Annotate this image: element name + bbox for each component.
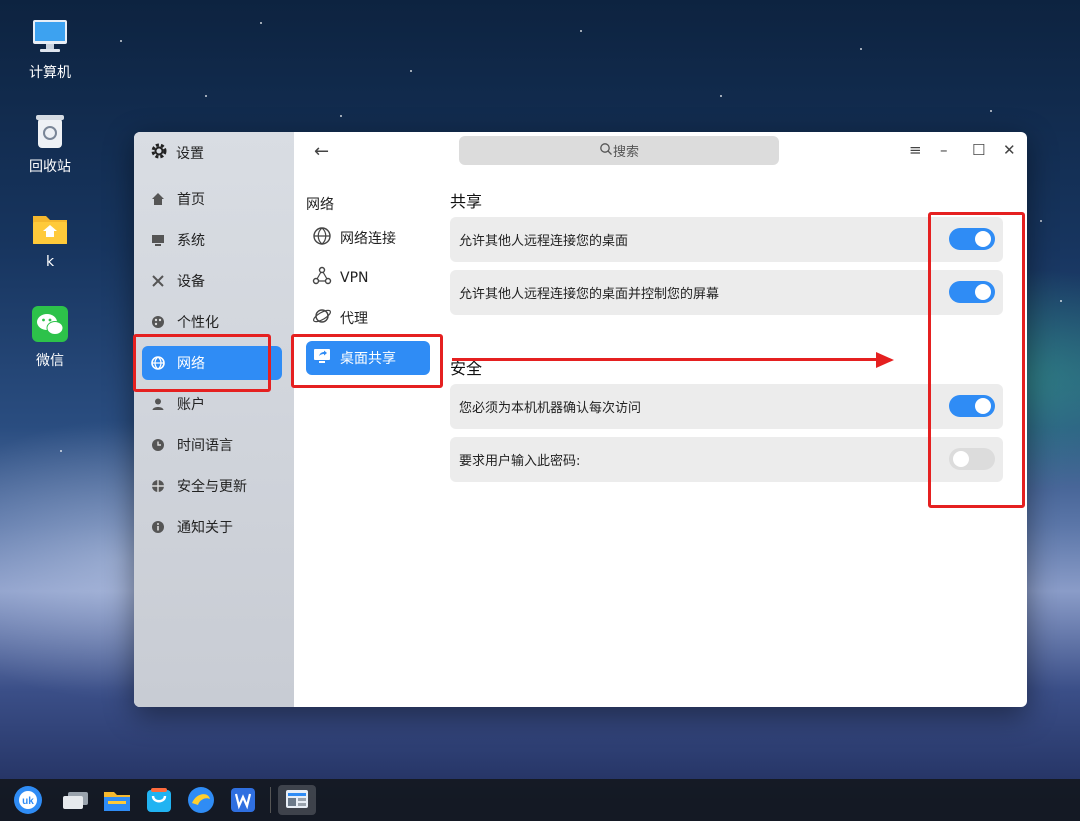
shield-icon [151, 479, 165, 493]
browser-icon[interactable] [186, 785, 216, 815]
search-placeholder: 搜索 [612, 145, 639, 160]
monitor-icon [151, 233, 165, 247]
svg-text:uk: uk [22, 796, 34, 807]
taskbar: uk [0, 779, 1080, 821]
annotation-box-network [133, 334, 271, 392]
sidebar-item-security-update[interactable]: 安全与更新 [142, 469, 282, 503]
subnav-item-vpn[interactable]: VPN [306, 261, 430, 295]
network-subnav: 网络 网络连接 VPN 代理 桌面共享 [294, 132, 440, 707]
search-icon [599, 142, 613, 160]
taskbar-divider [270, 787, 271, 813]
app-title-text: 设置 [176, 146, 204, 162]
sidebar-item-label: 设备 [177, 274, 205, 290]
vpn-nodes-icon [312, 266, 332, 290]
close-icon[interactable]: ✕ [1003, 141, 1016, 159]
annotation-box-desktop-share [291, 334, 443, 388]
row-label: 允许其他人远程连接您的桌面 [459, 234, 629, 249]
desktop-icon-computer[interactable]: 计算机 [10, 16, 90, 82]
share-row-remote-connect: 允许其他人远程连接您的桌面 [450, 217, 1003, 262]
settings-window: 设置 首页 系统 设备 个性化 网络 账户 时间语言 安全与更新 通知关于 网络… [134, 132, 1027, 707]
sidebar-item-notification-about[interactable]: 通知关于 [142, 510, 282, 544]
sidebar-item-label: 首页 [177, 192, 205, 208]
sidebar-item-time-language[interactable]: 时间语言 [142, 428, 282, 462]
desktop-icon-trash[interactable]: 回收站 [10, 110, 90, 176]
system-monitor-icon[interactable] [278, 785, 316, 815]
folder-icon [30, 208, 70, 248]
sidebar-item-label: 安全与更新 [177, 479, 247, 495]
sidebar-item-devices[interactable]: 设备 [142, 264, 282, 298]
desktop-icon-wechat[interactable]: 微信 [10, 304, 90, 370]
trash-icon [30, 110, 70, 150]
annotation-box-toggles [928, 212, 1025, 508]
row-label: 要求用户输入此密码: [459, 454, 581, 469]
sidebar-item-label: 通知关于 [177, 520, 233, 536]
row-label: 允许其他人远程连接您的桌面并控制您的屏幕 [459, 287, 720, 302]
start-menu-icon[interactable]: uk [13, 785, 43, 815]
settings-sidebar: 设置 首页 系统 设备 个性化 网络 账户 时间语言 安全与更新 通知关于 [134, 132, 294, 707]
file-manager-icon[interactable] [102, 785, 132, 815]
share-row-remote-control: 允许其他人远程连接您的桌面并控制您的屏幕 [450, 270, 1003, 315]
home-icon [151, 192, 165, 206]
share-section-title: 共享 [450, 192, 483, 211]
subnav-heading: 网络 [306, 197, 334, 213]
annotation-arrow [452, 358, 880, 361]
sidebar-item-label: 个性化 [177, 315, 219, 331]
title-bar: ← 搜索 ≡ – ☐ ✕ [294, 132, 1027, 172]
desktop-icon-label: k [45, 254, 55, 270]
clock-icon [151, 438, 165, 452]
desktop-icon-label: 计算机 [29, 65, 71, 81]
security-row-confirm-access: 您必须为本机机器确认每次访问 [450, 384, 1003, 429]
sidebar-item-label: 时间语言 [177, 438, 233, 454]
sidebar-item-account[interactable]: 账户 [142, 387, 282, 421]
menu-icon[interactable]: ≡ [909, 141, 922, 159]
minimize-icon[interactable]: – [940, 141, 948, 159]
info-icon [151, 520, 165, 534]
app-store-icon[interactable] [144, 785, 174, 815]
row-label: 您必须为本机机器确认每次访问 [459, 401, 642, 416]
search-input[interactable]: 搜索 [459, 136, 779, 165]
subnav-item-label: VPN [340, 270, 369, 286]
subnav-item-label: 网络连接 [340, 231, 396, 247]
sidebar-item-system[interactable]: 系统 [142, 223, 282, 257]
app-title: 设置 [150, 142, 204, 164]
palette-icon [151, 315, 165, 329]
user-icon [151, 397, 165, 411]
computer-icon [30, 16, 70, 56]
proxy-planet-icon [312, 306, 332, 330]
wechat-icon [30, 304, 70, 344]
desktop-icon-folder[interactable]: k [10, 208, 90, 270]
sidebar-item-label: 系统 [177, 233, 205, 249]
multitask-icon[interactable] [60, 785, 90, 815]
gear-icon [150, 142, 168, 164]
back-arrow-icon[interactable]: ← [314, 141, 329, 162]
subnav-item-network-connection[interactable]: 网络连接 [306, 221, 430, 255]
wps-icon[interactable] [228, 785, 258, 815]
annotation-arrow-head [876, 352, 894, 368]
sidebar-item-home[interactable]: 首页 [142, 182, 282, 216]
tools-icon [151, 274, 165, 288]
desktop-icon-label: 微信 [36, 353, 64, 369]
maximize-icon[interactable]: ☐ [972, 141, 985, 159]
security-row-require-password: 要求用户输入此密码: [450, 437, 1003, 482]
network-globe-icon [312, 226, 332, 250]
sidebar-item-label: 账户 [177, 397, 205, 413]
desktop-icon-label: 回收站 [29, 159, 71, 175]
subnav-item-label: 代理 [340, 311, 368, 327]
subnav-item-proxy[interactable]: 代理 [306, 301, 430, 335]
